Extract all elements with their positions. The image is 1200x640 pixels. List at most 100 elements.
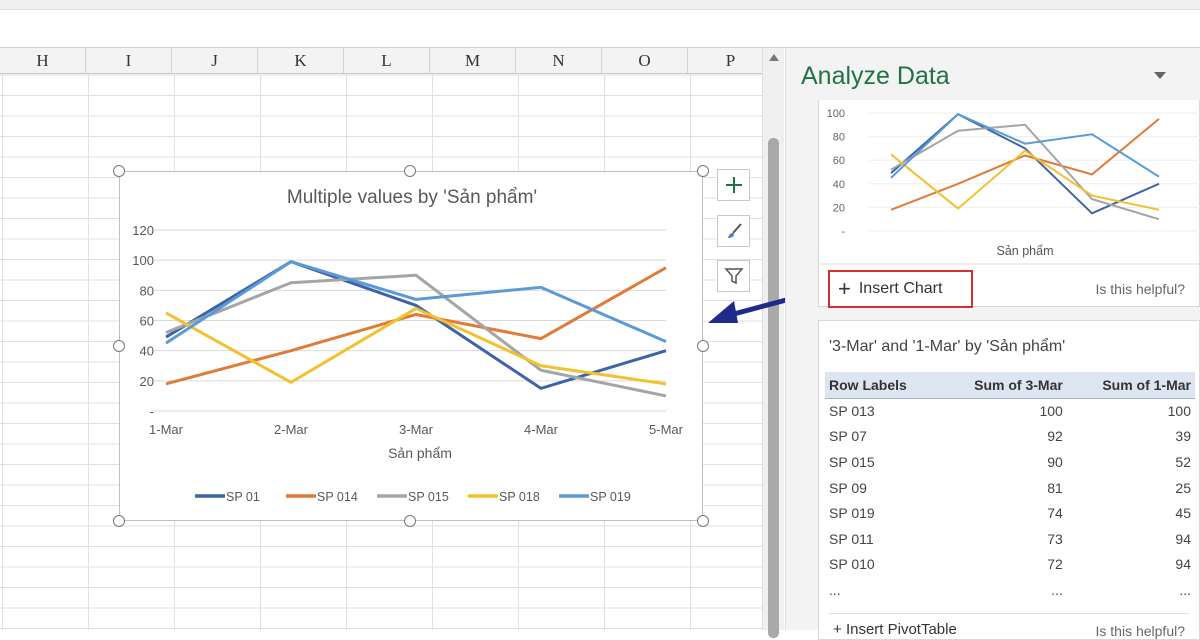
column-header-l[interactable]: L: [344, 48, 430, 73]
y-tick-label: 20: [833, 202, 845, 214]
pane-options-icon[interactable]: [1154, 72, 1166, 79]
y-tick-label: 60: [833, 155, 845, 167]
helpful-link[interactable]: Is this helpful?: [1096, 623, 1186, 639]
chart-elements-button[interactable]: [717, 169, 750, 201]
pivot-preview-table: Row Labels Sum of 3-Mar Sum of 1-Mar SP …: [825, 372, 1195, 603]
x-tick-label: 3-Mar: [399, 422, 434, 437]
y-tick-label: 20: [140, 374, 154, 389]
ribbon-edge: [0, 0, 1200, 10]
table-cell: SP 09: [829, 479, 867, 496]
vertical-scrollbar[interactable]: [762, 48, 784, 638]
x-tick-label: 1-Mar: [149, 422, 184, 437]
table-cell: 39: [1175, 428, 1191, 445]
helpful-link[interactable]: Is this helpful?: [1096, 281, 1186, 297]
column-header-o[interactable]: O: [602, 48, 688, 73]
divider: [829, 613, 1189, 614]
column-header-h[interactable]: H: [0, 48, 86, 73]
table-cell: 100: [1167, 403, 1191, 420]
y-tick-label: 100: [827, 108, 845, 120]
chart-svg: Multiple values by 'Sản phẩm' - 20 40 60 80 10…: [132, 187, 684, 504]
table-cell: 94: [1175, 530, 1191, 547]
table-row: SP 011 73 94: [825, 526, 1195, 552]
resize-handle[interactable]: [697, 515, 709, 527]
filter-icon: [723, 268, 744, 285]
insert-chart-label: Insert Chart: [858, 280, 943, 297]
resize-handle[interactable]: [404, 515, 416, 527]
table-row: SP 09 81 25: [825, 475, 1195, 501]
mini-chart: - 20 40 60 80 100 Sản phẩm: [819, 108, 1200, 265]
resize-handle[interactable]: [697, 340, 709, 352]
series-line-sp-018: [165, 306, 667, 386]
table-cell: 74: [1047, 505, 1063, 522]
legend-label: SP 01: [226, 490, 260, 504]
table-cell: SP 013: [829, 403, 875, 420]
table-row: SP 019 74 45: [825, 500, 1195, 526]
y-tick-label: 100: [132, 253, 154, 268]
plus-icon: +: [838, 276, 851, 301]
legend-label: SP 015: [408, 490, 449, 504]
table-row: SP 015 90 52: [825, 449, 1195, 475]
mini-series-line: [890, 149, 1160, 211]
table-cell: ...: [1051, 581, 1063, 598]
series-line-sp-014: [165, 266, 667, 386]
y-tick-label: -: [150, 404, 154, 419]
table-cell: 52: [1175, 453, 1191, 470]
table-cell: 72: [1047, 556, 1063, 573]
column-header: Sum of 3-Mar: [938, 372, 1067, 399]
table-cell: SP 07: [829, 428, 867, 445]
table-row: SP 010 72 94: [825, 552, 1195, 578]
pane-title: Analyze Data: [801, 62, 950, 90]
scroll-up-icon[interactable]: [769, 54, 779, 61]
column-header-n[interactable]: N: [516, 48, 602, 73]
card-title: '3-Mar' and '1-Mar' by 'Sản phẩm': [829, 338, 1066, 355]
table-cell: 92: [1047, 428, 1063, 445]
column-header-k[interactable]: K: [258, 48, 344, 73]
y-tick-label: 80: [833, 132, 845, 144]
formula-bar[interactable]: [0, 10, 1200, 48]
resize-handle[interactable]: [697, 165, 709, 177]
scroll-thumb[interactable]: [768, 138, 779, 638]
table-cell: 94: [1175, 556, 1191, 573]
mini-series-line: [890, 118, 1160, 211]
table-cell: 100: [1039, 403, 1063, 420]
chart-title: Multiple values by 'Sản phẩm': [287, 187, 537, 208]
table-cell: 90: [1047, 453, 1063, 470]
y-tick-label: -: [841, 226, 845, 238]
table-row: SP 013 100 100: [825, 398, 1195, 424]
insert-chart-button[interactable]: + Insert Chart: [828, 270, 973, 308]
column-header-i[interactable]: I: [86, 48, 172, 73]
table-cell: 73: [1047, 530, 1063, 547]
table-cell: SP 010: [829, 556, 875, 573]
plus-icon: [725, 177, 742, 193]
y-tick-label: 60: [140, 314, 154, 329]
line-chart[interactable]: Multiple values by 'Sản phẩm' - 20 40 60 80 10…: [119, 171, 703, 521]
chart-styles-button[interactable]: [717, 215, 750, 247]
y-tick-label: 40: [140, 344, 154, 359]
table-cell: SP 019: [829, 505, 875, 522]
y-tick-label: 80: [140, 283, 154, 298]
table-cell: SP 015: [829, 453, 875, 470]
column-header-m[interactable]: M: [430, 48, 516, 73]
legend-label: SP 014: [317, 490, 358, 504]
resize-handle[interactable]: [404, 165, 416, 177]
table-cell: ...: [829, 581, 841, 598]
table-cell: ...: [1179, 581, 1191, 598]
y-tick-label: 40: [833, 179, 845, 191]
column-header-j[interactable]: J: [172, 48, 258, 73]
resize-handle[interactable]: [113, 165, 125, 177]
mini-series-line: [890, 112, 1160, 215]
paintbrush-icon: [727, 223, 742, 238]
table-cell: SP 011: [829, 530, 874, 547]
resize-handle[interactable]: [113, 515, 125, 527]
table-cell: 81: [1047, 479, 1063, 496]
table-row: SP 07 92 39: [825, 424, 1195, 450]
x-tick-label: 5-Mar: [649, 422, 684, 437]
table-row: .........: [825, 577, 1195, 603]
resize-handle[interactable]: [113, 340, 125, 352]
table-cell: 25: [1175, 479, 1191, 496]
legend-label: SP 019: [590, 490, 631, 504]
table-cell: 45: [1175, 505, 1191, 522]
x-axis-label: Sản phẩm: [388, 445, 452, 461]
x-axis-label: Sản phẩm: [997, 244, 1054, 258]
legend-label: SP 018: [499, 490, 540, 504]
